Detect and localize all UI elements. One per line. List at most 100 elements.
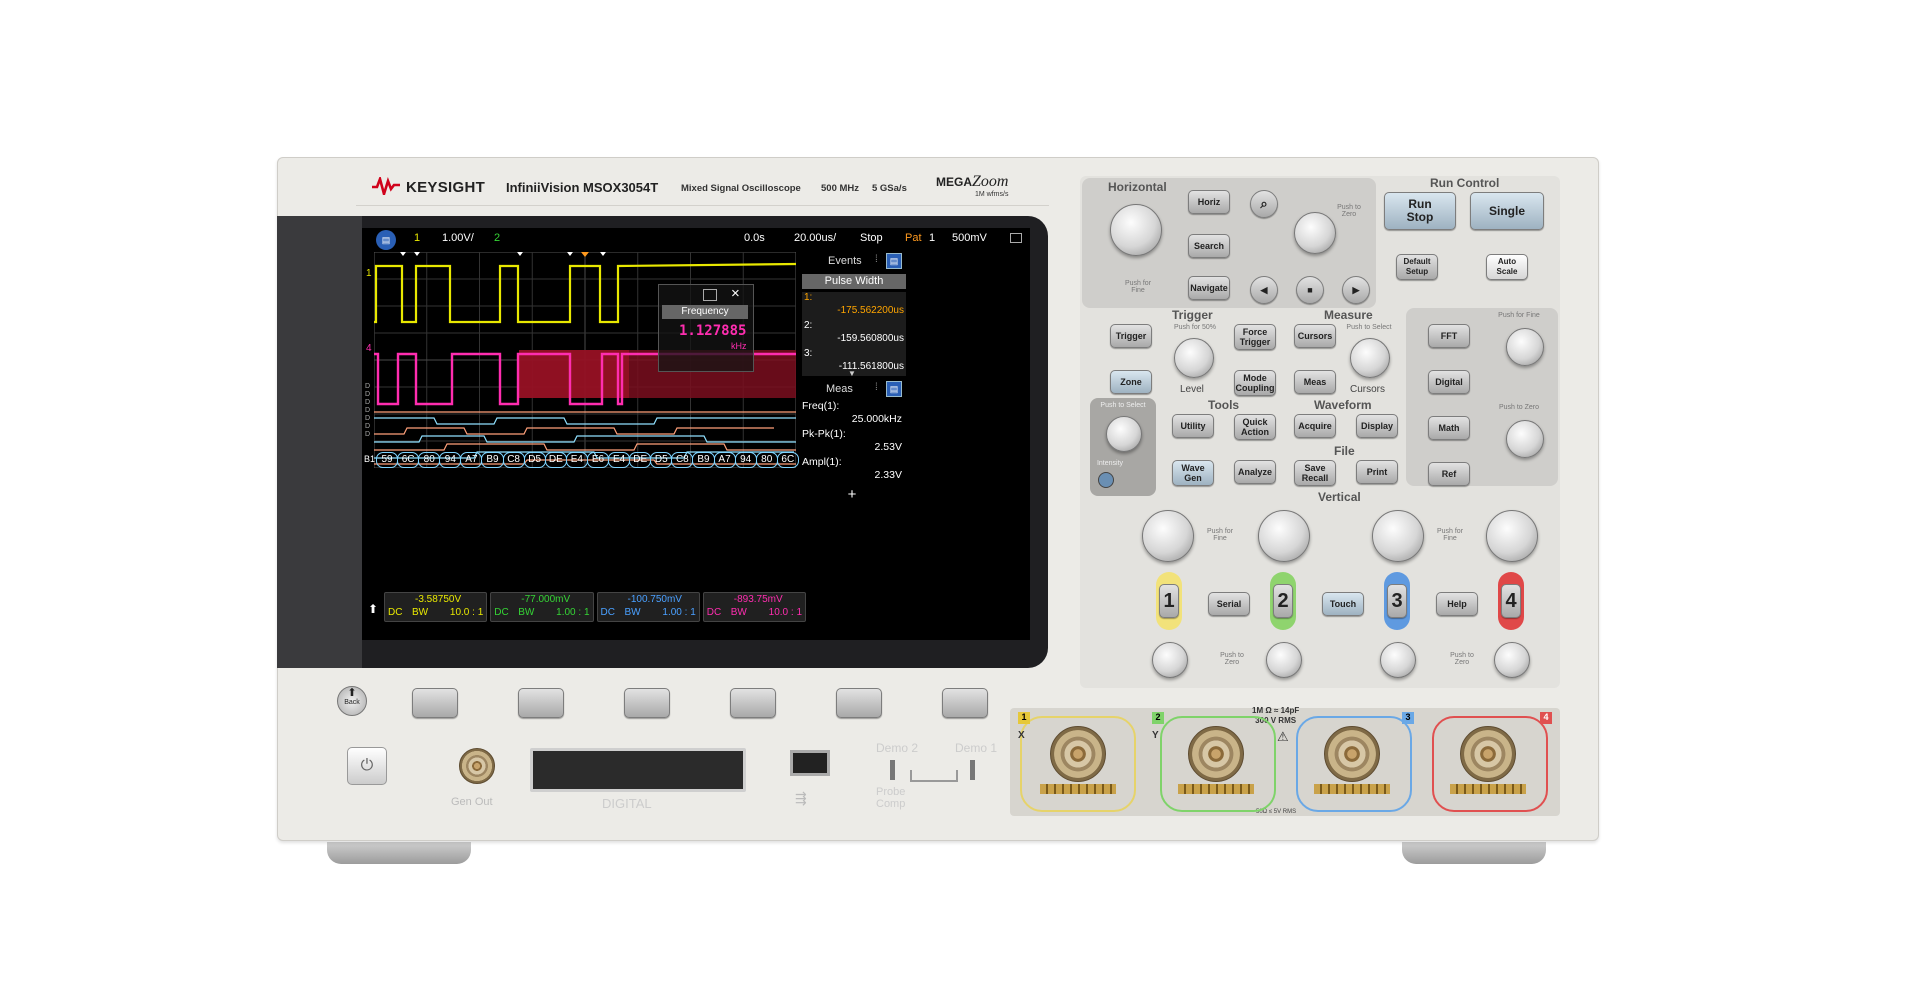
search-button[interactable]: Search bbox=[1188, 234, 1230, 258]
zoom-button[interactable]: ⌕ bbox=[1250, 190, 1278, 218]
measurement-item[interactable]: Ampl(1): 2.33V bbox=[802, 456, 904, 484]
quick-action-button[interactable]: Quick Action bbox=[1234, 414, 1276, 440]
horiz-button[interactable]: Horiz bbox=[1188, 190, 1230, 214]
trigger-level-knob[interactable] bbox=[1174, 338, 1214, 378]
usb-port[interactable] bbox=[790, 750, 830, 776]
math-position-knob[interactable] bbox=[1506, 420, 1544, 458]
power-button[interactable]: ⏻ bbox=[347, 747, 387, 785]
force-trigger-button[interactable]: Force Trigger bbox=[1234, 324, 1276, 350]
softkey-1[interactable] bbox=[412, 688, 458, 718]
bus-decode-row[interactable]: 59 6C 80 94 A7 B9 C8 D5 DE E4 E6 E4 DE D5 C8 B9 A7 94 80 6C bbox=[376, 452, 799, 468]
back-button[interactable]: ⬆ Back bbox=[337, 686, 367, 716]
ref-button[interactable]: Ref bbox=[1428, 462, 1470, 486]
ch4-position-knob[interactable] bbox=[1494, 642, 1530, 678]
status-delay[interactable]: 0.0s bbox=[744, 232, 765, 244]
ch4-marker[interactable]: 4 bbox=[366, 343, 372, 354]
ch1-scale-knob[interactable] bbox=[1142, 510, 1194, 562]
footer-back-icon[interactable]: ⬆ bbox=[366, 598, 380, 620]
status-time-div[interactable]: 20.00us/ bbox=[794, 232, 836, 244]
ch4-bnc-connector[interactable] bbox=[1460, 726, 1516, 782]
softkey-2[interactable] bbox=[518, 688, 564, 718]
status-volts-div[interactable]: 1.00V/ bbox=[442, 232, 474, 244]
ch3-scale-knob[interactable] bbox=[1372, 510, 1424, 562]
ch1-button[interactable]: 1 bbox=[1156, 572, 1182, 630]
ch3-position-knob[interactable] bbox=[1380, 642, 1416, 678]
default-setup-button[interactable]: Default Setup bbox=[1396, 254, 1438, 280]
drag-handle-icon[interactable]: ⁞ bbox=[875, 382, 878, 393]
ch4-button[interactable]: 4 bbox=[1498, 572, 1524, 630]
analyze-button[interactable]: Analyze bbox=[1234, 460, 1276, 484]
frequency-popup[interactable]: × Frequency 1.127885 kHz bbox=[658, 284, 754, 372]
ch1-bnc-connector[interactable] bbox=[1050, 726, 1106, 782]
math-scale-knob[interactable] bbox=[1506, 328, 1544, 366]
ch3-button[interactable]: 3 bbox=[1384, 572, 1410, 630]
events-menu-icon[interactable]: ▤ bbox=[886, 253, 902, 269]
ch4-scale-knob[interactable] bbox=[1486, 510, 1538, 562]
meas-button[interactable]: Meas bbox=[1294, 370, 1336, 394]
run-stop-button[interactable]: Run Stop bbox=[1384, 192, 1456, 230]
digital-button[interactable]: Digital bbox=[1428, 370, 1470, 394]
ch1-position-knob[interactable] bbox=[1152, 642, 1188, 678]
status-run-state[interactable]: Stop bbox=[860, 232, 883, 244]
meas-menu-icon[interactable]: ▤ bbox=[886, 381, 902, 397]
demo2-terminal[interactable] bbox=[890, 760, 895, 780]
status-pattern[interactable]: Pat bbox=[905, 232, 922, 244]
touch-button[interactable]: Touch bbox=[1322, 592, 1364, 616]
drag-handle-icon[interactable]: ⁞ bbox=[875, 254, 878, 265]
fullscreen-icon[interactable] bbox=[1010, 233, 1022, 243]
display-screen[interactable]: ▤ 1 1.00V/ 2 0.0s 20.00us/ Stop Pat 1 50… bbox=[362, 228, 1030, 640]
event-item[interactable]: 1: -175.562200us bbox=[802, 292, 906, 320]
nav-stop-button[interactable]: ■ bbox=[1296, 276, 1324, 304]
measurement-item[interactable]: Pk-Pk(1): 2.53V bbox=[802, 428, 904, 456]
softkey-4[interactable] bbox=[730, 688, 776, 718]
probe-comp-terminal[interactable] bbox=[910, 770, 958, 782]
ch3-bnc-connector[interactable] bbox=[1324, 726, 1380, 782]
digital-port[interactable] bbox=[530, 748, 746, 792]
softkey-5[interactable] bbox=[836, 688, 882, 718]
mode-coupling-button[interactable]: Mode Coupling bbox=[1234, 370, 1276, 396]
events-mode[interactable]: Pulse Width bbox=[802, 274, 906, 289]
channel-info-box[interactable]: -77.000mV DC BW 1.00 : 1 bbox=[490, 592, 594, 622]
print-button[interactable]: Print bbox=[1356, 460, 1398, 484]
ch2-bnc-connector[interactable] bbox=[1188, 726, 1244, 782]
events-panel[interactable]: Events ⁞ ▤ Pulse Width 1: -175.562200us 2:… bbox=[800, 252, 1024, 378]
serial-button[interactable]: Serial bbox=[1208, 592, 1250, 616]
events-scroll-down-icon[interactable]: ▼ bbox=[848, 369, 856, 378]
display-button[interactable]: Display bbox=[1356, 414, 1398, 438]
status-trig-level[interactable]: 500mV bbox=[952, 232, 987, 244]
event-item[interactable]: 2: -159.560800us bbox=[802, 320, 906, 348]
math-button[interactable]: Math bbox=[1428, 416, 1470, 440]
status-trig-ch[interactable]: 1 bbox=[929, 232, 935, 244]
intensity-knob[interactable] bbox=[1106, 416, 1142, 452]
ch1-marker[interactable]: 1 bbox=[366, 268, 372, 279]
navigate-button[interactable]: Navigate bbox=[1188, 276, 1230, 300]
ch2-scale-knob[interactable] bbox=[1258, 510, 1310, 562]
measurement-item[interactable]: Freq(1): 25.000kHz bbox=[802, 400, 904, 428]
menu-icon[interactable]: ▤ bbox=[376, 230, 396, 250]
status-channel[interactable]: 1 bbox=[414, 232, 420, 244]
popup-icon[interactable] bbox=[703, 289, 717, 301]
cursors-button[interactable]: Cursors bbox=[1294, 324, 1336, 348]
save-recall-button[interactable]: Save Recall bbox=[1294, 460, 1336, 486]
channel-info-box[interactable]: -893.75mV DC BW 10.0 : 1 bbox=[702, 592, 806, 622]
wave-gen-button[interactable]: Wave Gen bbox=[1172, 460, 1214, 486]
horizontal-position-knob[interactable] bbox=[1294, 212, 1336, 254]
softkey-3[interactable] bbox=[624, 688, 670, 718]
channel-info-box[interactable]: -3.58750V DC BW 10.0 : 1 bbox=[384, 592, 488, 622]
help-button[interactable]: Help bbox=[1436, 592, 1478, 616]
horizontal-scale-knob[interactable] bbox=[1110, 204, 1162, 256]
utility-button[interactable]: Utility bbox=[1172, 414, 1214, 438]
auto-scale-button[interactable]: Auto Scale bbox=[1486, 254, 1528, 280]
trigger-button[interactable]: Trigger bbox=[1110, 324, 1152, 348]
nav-forward-button[interactable]: ▶ bbox=[1342, 276, 1370, 304]
nav-back-button[interactable]: ◀ bbox=[1250, 276, 1278, 304]
gen-out-connector[interactable] bbox=[459, 748, 495, 784]
close-icon[interactable]: × bbox=[731, 285, 740, 302]
zone-button[interactable]: Zone bbox=[1110, 370, 1152, 394]
demo1-terminal[interactable] bbox=[970, 760, 975, 780]
cursors-knob[interactable] bbox=[1350, 338, 1390, 378]
add-measurement-button[interactable]: + bbox=[802, 486, 902, 506]
softkey-6[interactable] bbox=[942, 688, 988, 718]
acquire-button[interactable]: Acquire bbox=[1294, 414, 1336, 438]
ch2-button[interactable]: 2 bbox=[1270, 572, 1296, 630]
